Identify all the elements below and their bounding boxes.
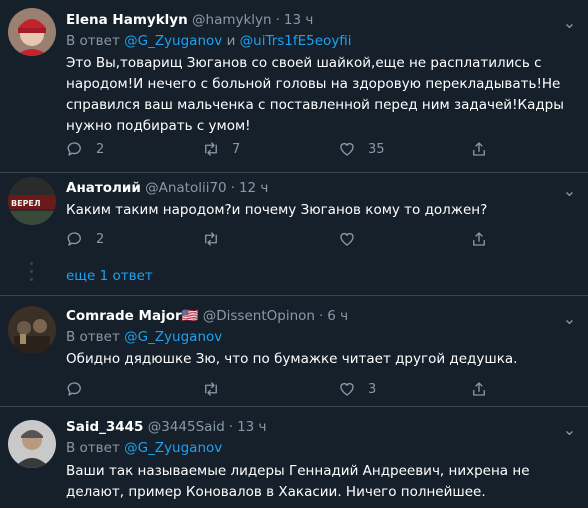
mention-link[interactable]: @G_Zyuganov xyxy=(124,33,222,49)
flag-emoji: 🇺🇸 xyxy=(181,308,199,324)
share-icon xyxy=(473,382,485,396)
retweet-button[interactable]: 7 xyxy=(202,138,240,160)
like-icon xyxy=(340,383,354,396)
share-button[interactable] xyxy=(470,138,488,160)
separator-dot: · xyxy=(275,12,280,28)
user-handle[interactable]: @DissentOpinon xyxy=(203,308,315,324)
reply-prefix: В ответ xyxy=(66,440,120,456)
separator-dot: · xyxy=(228,419,234,435)
display-name[interactable]: Said_3445 xyxy=(66,419,143,435)
tweet-actions: 3 xyxy=(66,378,516,400)
like-button[interactable] xyxy=(338,228,368,250)
reply-context: В ответ @G_Zyuganov и @uiTrs1fE5eoyfii xyxy=(66,31,352,51)
display-name[interactable]: Анатолий xyxy=(66,180,141,196)
tweet-text: Каким таким народом?и почему Зюганов ком… xyxy=(66,202,488,218)
share-button[interactable] xyxy=(470,228,488,250)
tweet-header: Elena Hamyklyn @hamyklyn · 13 ч xyxy=(66,10,313,30)
thread-dots xyxy=(30,262,33,286)
timestamp[interactable]: 13 ч xyxy=(284,12,313,28)
timestamp[interactable]: 6 ч xyxy=(327,308,348,324)
tweet[interactable]: Comrade Major🇺🇸 @DissentOpinon · 6 ч ⌄ В о… xyxy=(0,296,588,406)
reply-and: и xyxy=(226,33,236,49)
reply-icon xyxy=(67,382,81,396)
tweet[interactable]: Elena Hamyklyn @hamyklyn · 13 ч ⌄ В ответ … xyxy=(0,0,588,172)
reply-button[interactable]: 2 xyxy=(66,138,104,160)
retweet-button[interactable] xyxy=(202,228,232,250)
like-count: 3 xyxy=(368,381,377,397)
share-icon xyxy=(473,142,485,156)
tweet[interactable]: Said_3445 @3445Said · 13 ч ⌄ В ответ @G_Zy… xyxy=(0,407,588,508)
retweet-icon xyxy=(205,142,217,156)
like-count: 35 xyxy=(368,141,385,157)
avatar[interactable] xyxy=(8,306,56,354)
reply-context: В ответ @G_Zyuganov xyxy=(66,438,222,458)
retweet-icon xyxy=(205,382,217,396)
retweet-button[interactable] xyxy=(202,378,232,400)
retweet-icon xyxy=(205,232,217,246)
more-icon[interactable]: ⌄ xyxy=(562,15,578,34)
reply-count: 2 xyxy=(96,231,105,247)
tweet-header: Comrade Major🇺🇸 @DissentOpinon · 6 ч xyxy=(66,306,348,326)
display-name[interactable]: Elena Hamyklyn xyxy=(66,12,188,28)
tweet-header: Said_3445 @3445Said · 13 ч xyxy=(66,417,267,437)
mention-link[interactable]: @G_Zyuganov xyxy=(124,329,222,345)
svg-text:ВЕРЕЛ: ВЕРЕЛ xyxy=(11,199,41,208)
avatar[interactable] xyxy=(8,8,56,56)
reply-icon xyxy=(67,232,81,246)
timestamp[interactable]: 13 ч xyxy=(237,419,266,435)
like-button[interactable]: 3 xyxy=(338,378,376,400)
mention-link[interactable]: @uiTrs1fE5eoyfii xyxy=(240,33,352,49)
like-icon xyxy=(340,143,354,156)
user-handle[interactable]: @Anatolii70 xyxy=(145,180,227,196)
tweet-text: Обидно дядюшке Зю, что по бумажке читает… xyxy=(66,351,518,367)
tweet-actions: 2 7 35 xyxy=(66,138,516,160)
more-icon[interactable]: ⌄ xyxy=(562,311,578,330)
reply-icon xyxy=(67,142,81,156)
share-button[interactable] xyxy=(470,378,488,400)
reply-button[interactable]: 2 xyxy=(66,228,104,250)
like-button[interactable]: 35 xyxy=(338,138,385,160)
tweet-actions: 2 xyxy=(66,228,516,250)
timestamp[interactable]: 12 ч xyxy=(239,180,268,196)
user-handle[interactable]: @hamyklyn xyxy=(192,12,272,28)
avatar[interactable] xyxy=(8,420,56,468)
show-more-replies-link[interactable]: еще 1 ответ xyxy=(66,268,153,284)
tweet-text: Ваши так называемые лидеры Геннадий Андр… xyxy=(66,463,534,500)
reply-context: В ответ @G_Zyuganov xyxy=(66,327,222,347)
separator-dot: · xyxy=(318,308,324,324)
mention-link[interactable]: @G_Zyuganov xyxy=(124,440,222,456)
like-icon xyxy=(340,233,354,246)
reply-count: 2 xyxy=(96,141,105,157)
avatar[interactable]: ВЕРЕЛ xyxy=(8,177,56,225)
display-name[interactable]: Comrade Major xyxy=(66,308,182,324)
separator-dot: · xyxy=(230,180,235,196)
reply-button[interactable] xyxy=(66,378,96,400)
share-icon xyxy=(473,232,485,246)
retweet-count: 7 xyxy=(232,141,241,157)
tweet-text: Это Вы,товарищ Зюганов со своей шайкой,е… xyxy=(66,55,569,134)
user-handle[interactable]: @3445Said xyxy=(148,419,225,435)
reply-prefix: В ответ xyxy=(66,33,120,49)
tweet[interactable]: ВЕРЕЛ Анатолий @Anatolii70 · 12 ч ⌄ Каким … xyxy=(0,173,588,261)
more-icon[interactable]: ⌄ xyxy=(562,422,578,441)
tweet-header: Анатолий @Anatolii70 · 12 ч xyxy=(66,178,268,198)
reply-prefix: В ответ xyxy=(66,329,120,345)
